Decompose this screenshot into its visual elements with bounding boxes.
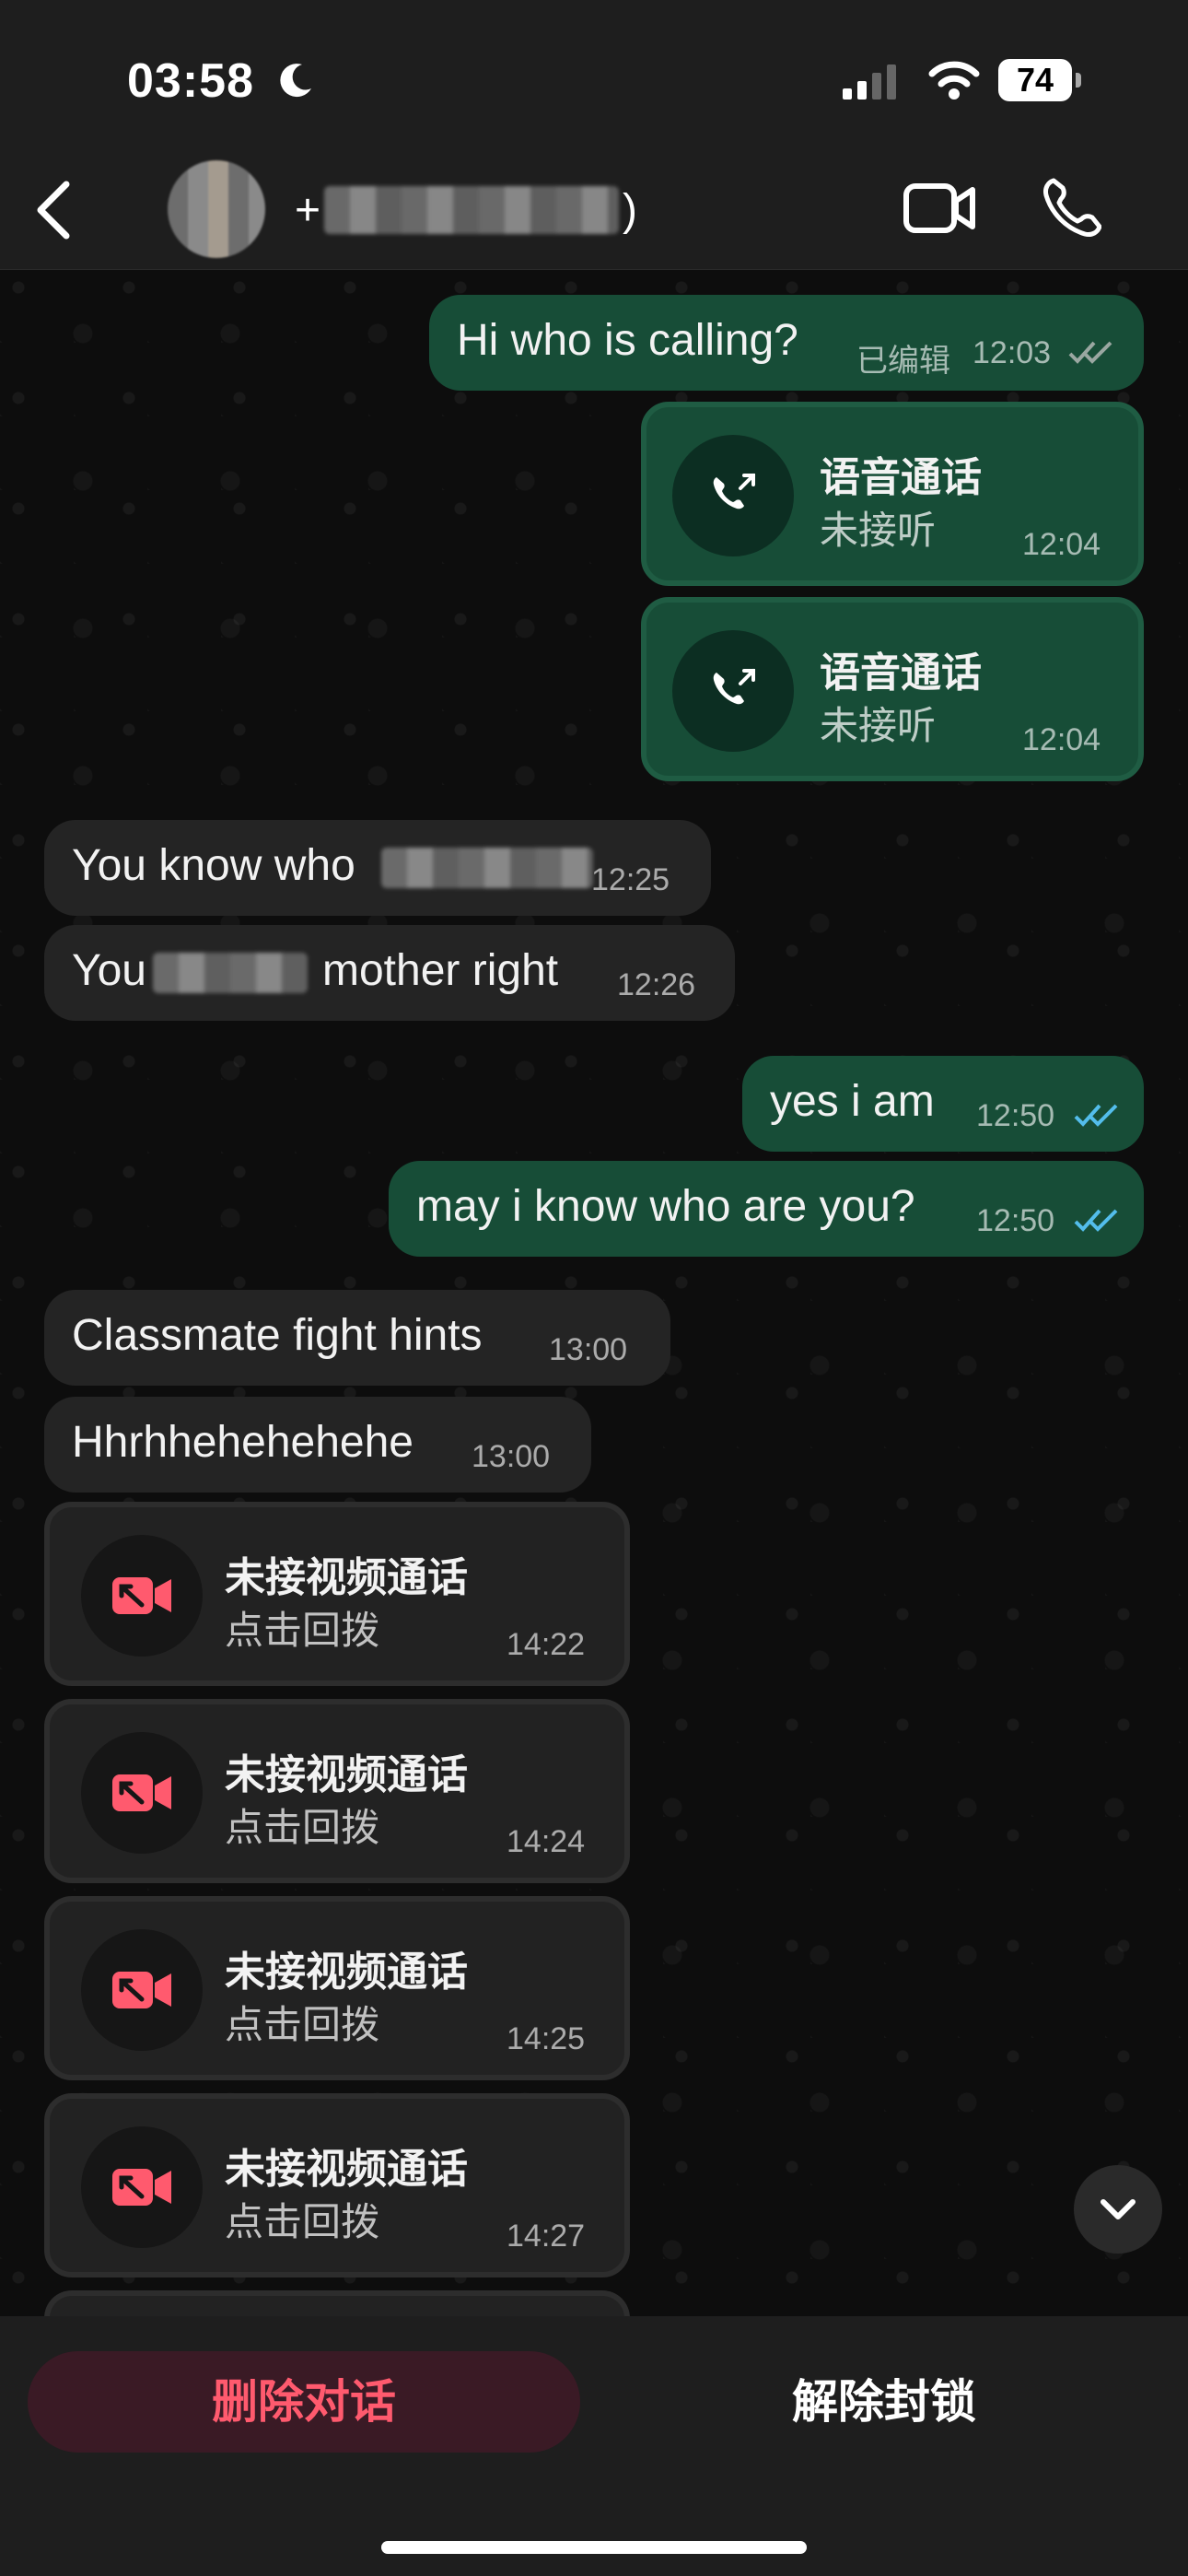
call-back-hint: 点击回拨 <box>225 2200 380 2243</box>
call-title: 未接视频通话 <box>225 2147 468 2192</box>
read-ticks-icon <box>1074 1104 1118 1127</box>
message-text-end: mother right <box>322 946 559 995</box>
redacted-number <box>324 186 620 234</box>
call-back-hint: 点击回拨 <box>225 1806 380 1849</box>
message-time: 12:04 <box>1022 722 1101 757</box>
redacted-text <box>381 848 593 888</box>
avatar[interactable] <box>168 160 265 258</box>
battery-level: 74 <box>998 59 1072 101</box>
call-status: 未接听 <box>820 509 937 552</box>
message-incoming[interactable]: You know who 12:25 <box>44 820 711 916</box>
message-incoming[interactable]: Hhrhhehehehehe 13:00 <box>44 1397 591 1493</box>
call-back-hint: 点击回拨 <box>225 1609 380 1652</box>
message-text: Hi who is calling? <box>457 316 798 365</box>
outgoing-call-icon <box>713 669 755 705</box>
message-time: 14:25 <box>507 2021 586 2056</box>
message-time: 12:03 <box>973 335 1052 370</box>
voice-call-card[interactable]: 语音通话 未接听 12:04 <box>641 597 1144 781</box>
message-time: 14:22 <box>507 1627 586 1662</box>
call-title: 未接视频通话 <box>225 1950 468 1995</box>
missed-video-call-icon <box>112 1577 171 1614</box>
back-icon[interactable] <box>31 177 76 243</box>
call-icon-circle <box>81 2126 203 2248</box>
contact-suffix: ) <box>623 185 638 235</box>
message-time: 12:25 <box>591 862 670 897</box>
voice-call-card[interactable]: 语音通话 未接听 12:04 <box>641 402 1144 586</box>
call-title: 语音通话 <box>820 455 982 500</box>
signal-icon <box>843 64 896 100</box>
message-incoming[interactable]: Classmate fight hints 13:00 <box>44 1290 670 1386</box>
message-time: 14:27 <box>507 2219 586 2254</box>
call-back-hint: 点击回拨 <box>225 2003 380 2046</box>
contact-prefix: + <box>295 185 321 235</box>
call-status: 未接听 <box>820 704 937 747</box>
read-ticks-icon <box>1074 1209 1118 1232</box>
home-indicator[interactable] <box>381 2541 807 2554</box>
chat-header: + ) <box>0 147 1188 270</box>
missed-video-call-icon <box>112 2169 171 2206</box>
message-text: Hhrhhehehehehe <box>72 1418 413 1467</box>
message-text: yes i am <box>770 1077 935 1126</box>
call-icon-circle <box>81 1732 203 1854</box>
call-title: 未接视频通话 <box>225 1555 468 1600</box>
message-time: 14:24 <box>507 1824 586 1859</box>
message-time: 12:04 <box>1022 527 1101 562</box>
call-icon-circle <box>672 435 794 556</box>
missed-video-call-icon <box>112 1774 171 1811</box>
battery-indicator: 74 <box>998 59 1083 101</box>
message-outgoing[interactable]: yes i am 12:50 <box>742 1056 1144 1152</box>
call-icon-circle <box>81 1929 203 2051</box>
outgoing-call-icon <box>713 474 755 509</box>
moon-icon <box>280 64 311 98</box>
message-outgoing[interactable]: may i know who are you? 12:50 <box>389 1161 1144 1257</box>
missed-video-call-card[interactable]: 未接视频通话 点击回拨 14:27 <box>44 2093 630 2277</box>
blocked-chat-actions: 删除对话 解除封锁 <box>0 2316 1188 2576</box>
message-time: 12:26 <box>617 967 696 1002</box>
edited-label: 已编辑 <box>856 344 950 379</box>
message-text: You know who <box>72 841 355 890</box>
call-title: 语音通话 <box>820 650 982 696</box>
contact-name[interactable]: + ) <box>295 184 637 236</box>
call-title: 未接视频通话 <box>225 1752 468 1797</box>
message-incoming[interactable]: You mother right 12:26 <box>44 925 735 1021</box>
sent-ticks-icon <box>1068 341 1112 364</box>
status-bar: 03:58 74 <box>0 0 1188 147</box>
unblock-button[interactable]: 解除封锁 <box>608 2351 1160 2453</box>
call-icon-circle <box>672 630 794 752</box>
message-text: may i know who are you? <box>416 1182 915 1231</box>
battery-nub <box>1076 73 1081 88</box>
phone-icon[interactable] <box>1041 175 1101 240</box>
redacted-text <box>153 953 308 993</box>
video-call-icon[interactable] <box>903 181 976 236</box>
missed-video-call-icon <box>112 1972 171 2008</box>
message-time: 12:50 <box>976 1098 1055 1133</box>
missed-video-call-card[interactable]: 未接视频通话 点击回拨 14:24 <box>44 1699 630 1883</box>
wifi-icon <box>928 61 980 100</box>
chevron-down-icon <box>1101 2199 1136 2219</box>
missed-video-call-card[interactable]: 未接视频通话 点击回拨 14:25 <box>44 1896 630 2080</box>
message-time: 12:50 <box>976 1203 1055 1238</box>
missed-video-call-card[interactable]: 未接视频通话 点击回拨 14:22 <box>44 1502 630 1686</box>
message-text-start: You <box>72 946 146 995</box>
message-time: 13:00 <box>472 1439 551 1474</box>
delete-chat-button[interactable]: 删除对话 <box>28 2351 580 2453</box>
message-outgoing[interactable]: Hi who is calling? 已编辑 12:03 <box>429 295 1144 391</box>
status-time: 03:58 <box>127 54 254 108</box>
call-icon-circle <box>81 1535 203 1657</box>
scroll-to-bottom-button[interactable] <box>1074 2165 1162 2254</box>
message-time: 13:00 <box>549 1332 628 1367</box>
message-text: Classmate fight hints <box>72 1311 483 1360</box>
